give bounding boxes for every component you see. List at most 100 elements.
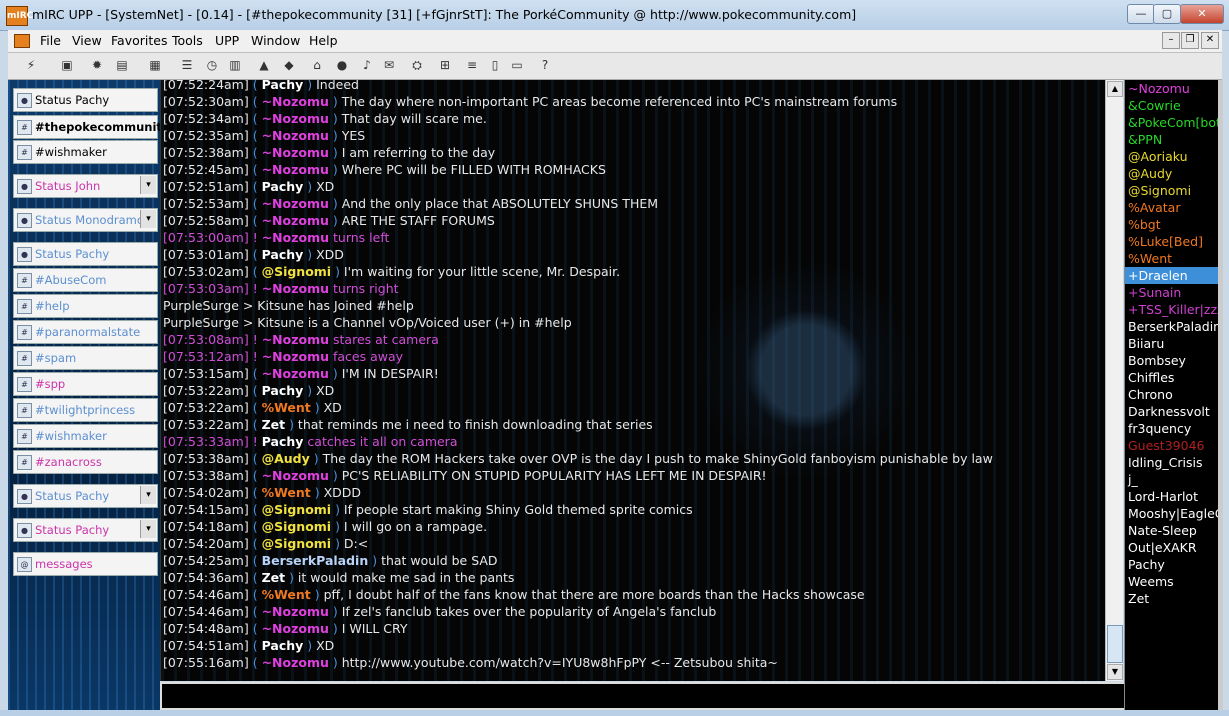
- switchbar-item[interactable]: # #wishmaker: [13, 424, 158, 448]
- nick-list-item[interactable]: @Aoriaku: [1125, 148, 1219, 165]
- chat-scroll-thumb[interactable]: [1107, 625, 1123, 663]
- nick-list-scrollbar[interactable]: [1218, 80, 1223, 710]
- maximize-button[interactable]: ▢: [1153, 4, 1181, 24]
- menu-favorites[interactable]: Favorites: [111, 33, 167, 48]
- switchbar-item[interactable]: # #spam: [13, 346, 158, 370]
- dropdown-arrow-icon[interactable]: ▾: [140, 520, 156, 538]
- message-input[interactable]: [160, 682, 1126, 710]
- menu-file[interactable]: File: [40, 33, 61, 48]
- arrange-icon[interactable]: ▭: [508, 56, 526, 74]
- nick-list-item[interactable]: fr3quency: [1125, 420, 1219, 437]
- nick-list-item[interactable]: Chiffles: [1125, 369, 1219, 386]
- nick-list-item[interactable]: @Signomi: [1125, 182, 1219, 199]
- switchbar-item[interactable]: # #AbuseCom: [13, 268, 158, 292]
- switchbar-item[interactable]: @ messages: [13, 552, 158, 576]
- nick-list-item[interactable]: BerserkPaladin: [1125, 318, 1219, 335]
- switchbar-item[interactable]: # #zanacross: [13, 450, 158, 474]
- dcc-send-icon[interactable]: ▲: [255, 56, 273, 74]
- channel-list-icon[interactable]: ▦: [146, 56, 164, 74]
- nick-list-item[interactable]: &PPN: [1125, 131, 1219, 148]
- logs-icon[interactable]: ⊞: [436, 56, 454, 74]
- tile-icon[interactable]: ≡: [463, 56, 481, 74]
- favorites-icon[interactable]: ▣: [58, 56, 76, 74]
- chat-nick: ~Nozomu: [261, 621, 329, 636]
- timer-icon[interactable]: ◷: [203, 56, 221, 74]
- nick-list-item[interactable]: &PokeCom[bot]: [1125, 114, 1219, 131]
- nick-list-item[interactable]: Chrono: [1125, 386, 1219, 403]
- mdi-restore-button[interactable]: ❐: [1181, 32, 1199, 49]
- cascade-icon[interactable]: ▯: [486, 56, 504, 74]
- close-button[interactable]: ✕: [1180, 4, 1224, 24]
- nick-list-item[interactable]: Idling_Crisis: [1125, 454, 1219, 471]
- dropdown-arrow-icon[interactable]: ▾: [140, 486, 156, 504]
- mdi-close-button[interactable]: ✕: [1201, 32, 1219, 49]
- menu-upp[interactable]: UPP: [215, 33, 239, 48]
- nick-list-item[interactable]: Mooshy|EagleCC: [1125, 505, 1219, 522]
- nick-list-item[interactable]: @Audy: [1125, 165, 1219, 182]
- menu-window[interactable]: Window: [251, 33, 300, 48]
- sounds-icon[interactable]: ♪: [358, 56, 376, 74]
- help-icon[interactable]: ?: [536, 56, 554, 74]
- chat-log: [07:52:24am] ( Pachy ) Indeed [07:52:30am…: [163, 80, 1103, 671]
- menu-help[interactable]: Help: [309, 33, 338, 48]
- switchbar-item[interactable]: ● Status John ▾: [13, 174, 158, 198]
- url-icon[interactable]: ⛭: [408, 56, 426, 74]
- nick-list-item[interactable]: &Cowrie: [1125, 97, 1219, 114]
- nick-list-item[interactable]: Zet: [1125, 590, 1219, 607]
- dropdown-arrow-icon[interactable]: ▾: [140, 210, 156, 228]
- switchbar-item[interactable]: ● Status Monodramon ▾: [13, 208, 158, 232]
- colors-icon[interactable]: ▥: [226, 56, 244, 74]
- chat-window[interactable]: [07:52:24am] ( Pachy ) Indeed [07:52:30am…: [160, 80, 1106, 681]
- chat-nick: ~Nozomu: [261, 349, 330, 364]
- chat-timestamp: [07:53:08am]: [163, 332, 249, 347]
- dropdown-arrow-icon[interactable]: ▾: [140, 176, 156, 194]
- nick-list-item[interactable]: %Went: [1125, 250, 1219, 267]
- nick-list-item[interactable]: Lord-Harlot: [1125, 488, 1219, 505]
- nick-list-item[interactable]: Weems: [1125, 573, 1219, 590]
- switchbar-item[interactable]: # #help: [13, 294, 158, 318]
- menu-view[interactable]: View: [72, 33, 102, 48]
- options-icon[interactable]: ✹: [88, 56, 106, 74]
- channel-window-icon[interactable]: [14, 34, 30, 48]
- nick-list-item[interactable]: %Luke[Bed]: [1125, 233, 1219, 250]
- chat-scrollbar[interactable]: ▲ ▼: [1105, 80, 1123, 681]
- nick-list[interactable]: ~Nozomu &Cowrie &PokeCom[bot] &PPN @Aoriaku @…: [1124, 80, 1219, 710]
- notify-icon[interactable]: ✉: [380, 56, 398, 74]
- nick-list-item[interactable]: +Draelen: [1125, 267, 1219, 284]
- switchbar-item[interactable]: ● Status Pachy: [13, 88, 158, 112]
- nick-list-item[interactable]: Guest39046: [1125, 437, 1219, 454]
- nick-list-item[interactable]: Nate-Sleep: [1125, 522, 1219, 539]
- menu-tools[interactable]: Tools: [172, 33, 203, 48]
- nick-close-paren: ): [303, 383, 317, 398]
- notes-icon[interactable]: ☰: [178, 56, 196, 74]
- connect-icon[interactable]: ⚡: [22, 56, 40, 74]
- switchbar-item[interactable]: ● Status Pachy: [13, 242, 158, 266]
- nick-list-item[interactable]: Biiaru: [1125, 335, 1219, 352]
- switchbar-item[interactable]: ● Status Pachy ▾: [13, 518, 158, 542]
- switchbar-item[interactable]: # #wishmaker: [13, 140, 158, 164]
- mdi-minimize-button[interactable]: –: [1162, 32, 1180, 49]
- nick-list-item[interactable]: Darknessvolt: [1125, 403, 1219, 420]
- switchbar-item[interactable]: # #twilightprincess: [13, 398, 158, 422]
- scripts-icon[interactable]: ⌂: [308, 56, 326, 74]
- nick-list-item[interactable]: Pachy: [1125, 556, 1219, 573]
- nick-list-item[interactable]: j_: [1125, 471, 1219, 488]
- switchbar-item[interactable]: ● Status Pachy ▾: [13, 484, 158, 508]
- minimize-button[interactable]: —: [1127, 4, 1155, 24]
- dcc-chat-icon[interactable]: ◆: [280, 56, 298, 74]
- nick-list-item[interactable]: Out|eXAKR: [1125, 539, 1219, 556]
- scroll-up-arrow-icon[interactable]: ▲: [1107, 81, 1123, 97]
- mirc-app-icon[interactable]: mIRC: [6, 6, 33, 26]
- address-book-icon[interactable]: ▤: [113, 56, 131, 74]
- nick-list-item[interactable]: %bgt: [1125, 216, 1219, 233]
- nick-list-item[interactable]: Bombsey: [1125, 352, 1219, 369]
- about-icon[interactable]: ●: [333, 56, 351, 74]
- switchbar-item[interactable]: # #paranormalstate: [13, 320, 158, 344]
- nick-list-item[interactable]: %Avatar: [1125, 199, 1219, 216]
- switchbar-item[interactable]: # #thepokecommunity: [13, 115, 169, 139]
- scroll-down-arrow-icon[interactable]: ▼: [1107, 664, 1123, 680]
- nick-list-item[interactable]: +Sunain: [1125, 284, 1219, 301]
- switchbar-item[interactable]: # #spp: [13, 372, 158, 396]
- nick-list-item[interactable]: +TSS_Killer|zzz: [1125, 301, 1219, 318]
- nick-list-item[interactable]: ~Nozomu: [1125, 80, 1219, 97]
